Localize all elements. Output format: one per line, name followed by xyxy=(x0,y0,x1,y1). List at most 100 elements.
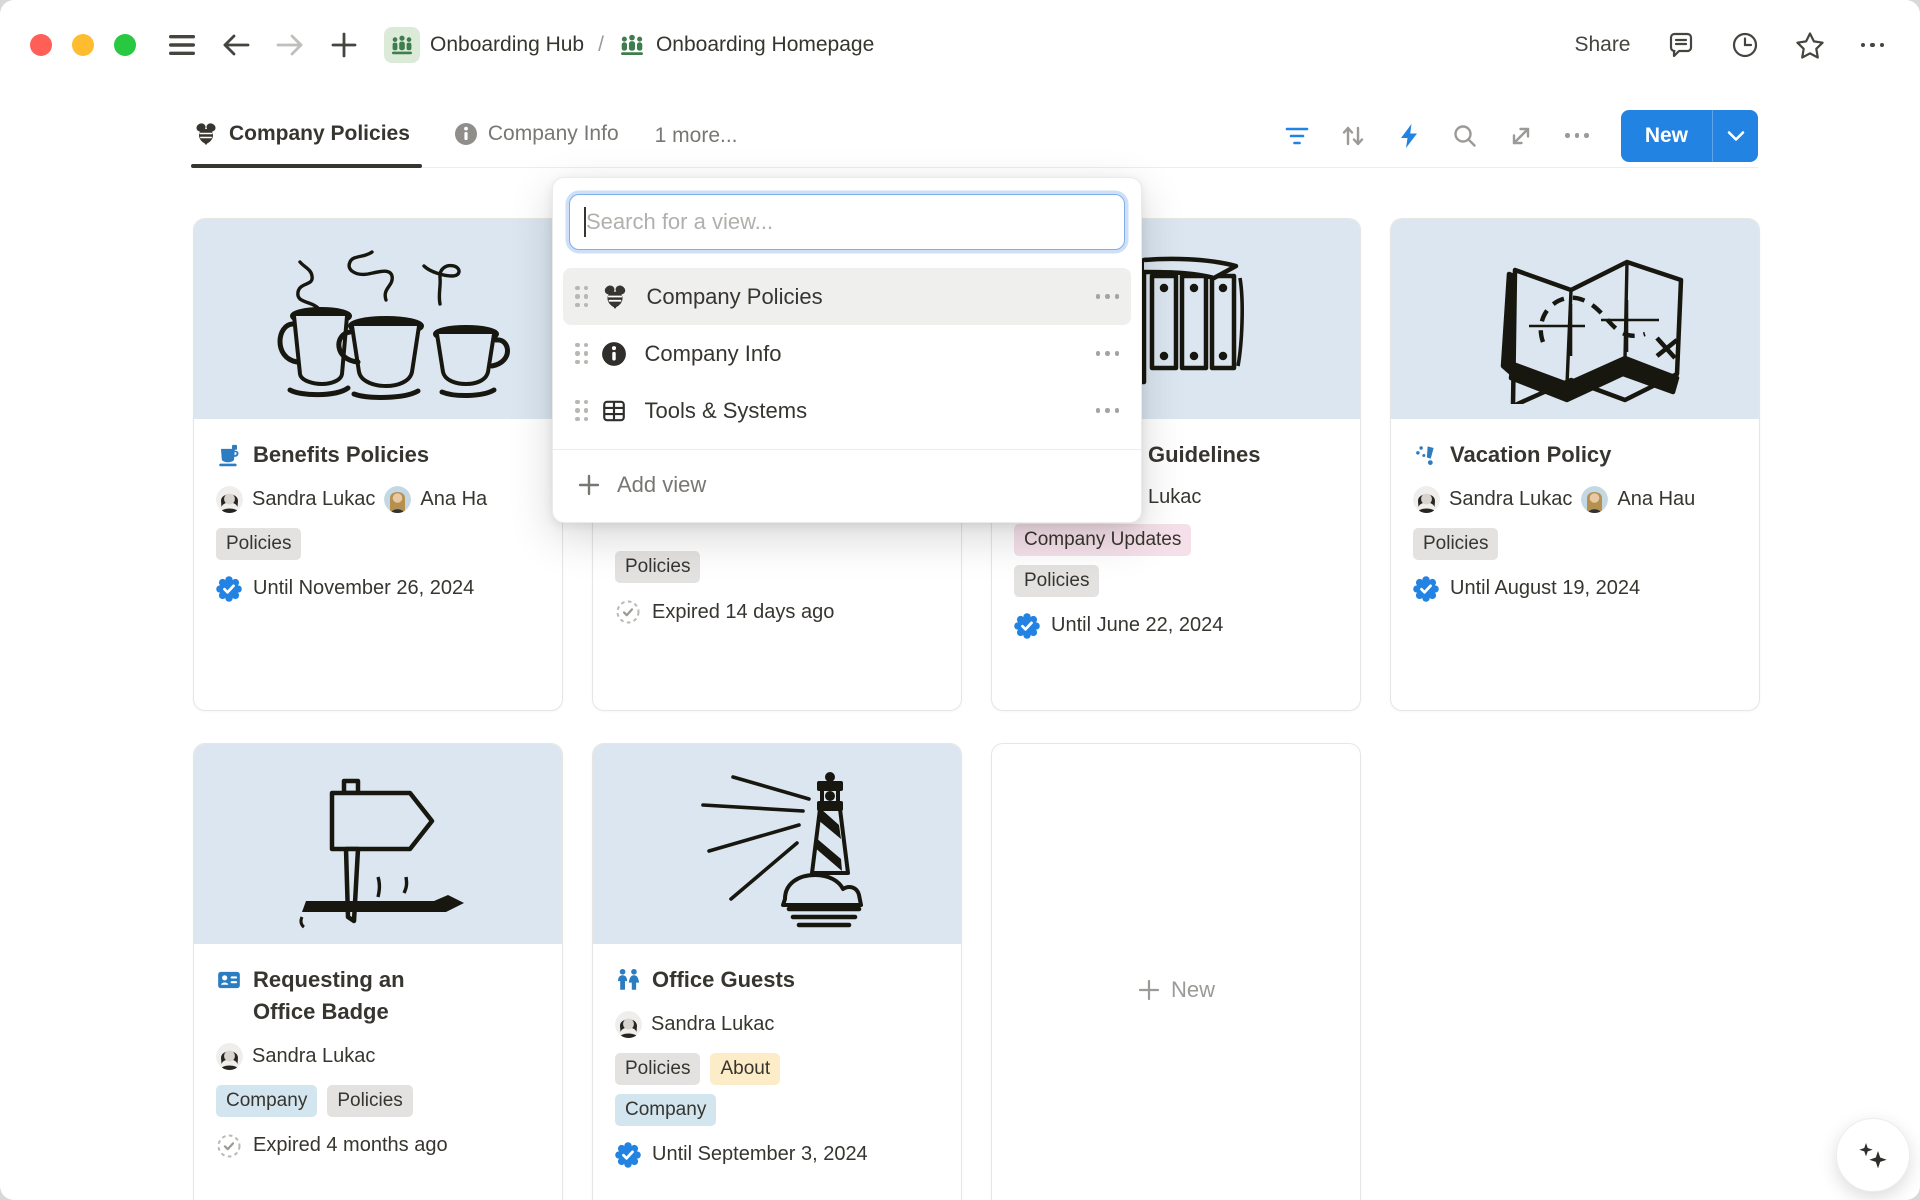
view-item-company-info[interactable]: Company Info xyxy=(563,325,1131,382)
id-badge-icon xyxy=(216,967,242,993)
verified-badge-icon xyxy=(1014,613,1040,639)
card-office-badge[interactable]: Requesting an Office Badge Sandra Lukac … xyxy=(193,743,563,1200)
lightning-icon[interactable] xyxy=(1387,114,1431,158)
filter-icon[interactable] xyxy=(1275,114,1319,158)
tag: Policies xyxy=(1014,565,1099,597)
breadcrumb-root[interactable]: Onboarding Hub xyxy=(384,27,584,63)
more-options-icon[interactable] xyxy=(1861,43,1885,48)
card-title-text: Benefits Policies xyxy=(253,439,429,471)
expired-check-icon xyxy=(216,1133,242,1159)
card-title-text: Vacation Policy xyxy=(1450,439,1611,471)
ai-assistant-button[interactable] xyxy=(1836,1118,1910,1192)
view-item-company-policies[interactable]: Company Policies xyxy=(563,268,1131,325)
tab-company-info[interactable]: Company Info xyxy=(454,104,619,167)
new-card-button[interactable]: New xyxy=(991,743,1361,1200)
card-body: Policies Expired 14 days ago xyxy=(593,551,961,645)
table-icon xyxy=(601,398,627,424)
view-item-label: Company Info xyxy=(645,341,782,367)
info-icon xyxy=(601,341,627,367)
expand-icon[interactable] xyxy=(1499,114,1543,158)
view-item-more-icon[interactable] xyxy=(1096,294,1120,299)
view-item-tools-systems[interactable]: Tools & Systems xyxy=(563,382,1131,439)
two-people-icon xyxy=(615,967,641,993)
card-authors: Sandra Lukac xyxy=(615,1011,939,1038)
back-icon[interactable] xyxy=(216,25,256,65)
view-toolbar: New xyxy=(1275,110,1758,162)
share-button[interactable]: Share xyxy=(1574,33,1630,57)
new-button-label[interactable]: New xyxy=(1621,110,1712,162)
more-icon[interactable] xyxy=(1555,114,1599,158)
search-icon[interactable] xyxy=(1443,114,1487,158)
drag-handle-icon[interactable] xyxy=(575,286,589,308)
zoom-window-button[interactable] xyxy=(114,34,136,56)
tag: Policies xyxy=(615,551,700,583)
card-benefits-policies[interactable]: Benefits Policies Sandra Lukac Ana Ha Po… xyxy=(193,218,563,711)
history-clock-icon[interactable] xyxy=(1731,31,1759,59)
status-text: Expired 14 days ago xyxy=(652,601,834,624)
view-item-more-icon[interactable] xyxy=(1096,351,1120,356)
breadcrumb-separator: / xyxy=(596,33,606,57)
sidebar-menu-icon[interactable] xyxy=(162,25,202,65)
card-title-text: Office Guests xyxy=(652,964,795,996)
author-name: Sandra Lukac xyxy=(651,1013,774,1036)
card-tags: Company Policies xyxy=(216,1085,540,1117)
tag: Company xyxy=(615,1094,716,1126)
close-window-button[interactable] xyxy=(30,34,52,56)
card-tags: Policies About Company xyxy=(615,1053,830,1126)
tag: Company xyxy=(216,1085,317,1117)
drag-handle-icon[interactable] xyxy=(575,400,589,422)
tag: Policies xyxy=(216,528,301,560)
card-office-guests[interactable]: Office Guests Sandra Lukac Policies Abou… xyxy=(592,743,962,1200)
coffee-cup-icon xyxy=(216,442,242,468)
card-status: Until September 3, 2024 xyxy=(615,1142,939,1168)
folded-map-illustration xyxy=(1391,219,1759,419)
card-status: Until August 19, 2024 xyxy=(1413,576,1737,602)
card-tags: Company Updates Policies xyxy=(1014,524,1229,597)
card-title: Office Guests xyxy=(615,964,939,996)
avatar xyxy=(1413,486,1440,513)
favorite-star-icon[interactable] xyxy=(1795,31,1825,59)
tag: About xyxy=(710,1053,780,1085)
view-search-input[interactable] xyxy=(569,194,1125,250)
card-title-text: Guidelines xyxy=(1148,439,1260,471)
verified-badge-icon xyxy=(615,1142,641,1168)
bee-icon xyxy=(193,122,219,146)
author-name: Sandra Lukac xyxy=(1449,488,1572,511)
card-title-text: Requesting an Office Badge xyxy=(253,964,448,1028)
status-text: Until November 26, 2024 xyxy=(253,577,474,600)
new-card-label: New xyxy=(1171,977,1215,1003)
text-cursor xyxy=(584,207,586,237)
info-icon xyxy=(454,122,478,146)
plus-icon xyxy=(577,473,601,497)
verified-badge-icon xyxy=(216,576,242,602)
view-item-more-icon[interactable] xyxy=(1096,408,1120,413)
tab-company-policies[interactable]: Company Policies xyxy=(193,104,410,167)
comments-icon[interactable] xyxy=(1667,31,1695,59)
add-view-button[interactable]: Add view xyxy=(553,454,1141,516)
card-authors: Sandra Lukac Ana Hau xyxy=(1413,486,1737,513)
author-name: Ana Hau xyxy=(1617,488,1695,511)
divider xyxy=(553,449,1141,450)
minimize-window-button[interactable] xyxy=(72,34,94,56)
sparkles-icon xyxy=(1853,1135,1893,1175)
avatar xyxy=(216,1043,243,1070)
plus-icon xyxy=(1137,978,1161,1002)
drag-handle-icon[interactable] xyxy=(575,343,589,365)
card-body: Benefits Policies Sandra Lukac Ana Ha Po… xyxy=(194,419,562,622)
breadcrumb: Onboarding Hub / Onboarding Homepage xyxy=(384,27,874,63)
card-status: Until June 22, 2024 xyxy=(1014,613,1338,639)
chevron-down-icon[interactable] xyxy=(1712,110,1758,162)
breadcrumb-page[interactable]: Onboarding Homepage xyxy=(618,33,874,57)
forward-icon[interactable] xyxy=(270,25,310,65)
new-page-plus-icon[interactable] xyxy=(324,25,364,65)
status-text: Until September 3, 2024 xyxy=(652,1143,868,1166)
tag: Company Updates xyxy=(1014,524,1191,556)
card-vacation-policy[interactable]: Vacation Policy Sandra Lukac Ana Hau Pol… xyxy=(1390,218,1760,711)
card-authors: Sandra Lukac Ana Ha xyxy=(216,486,540,513)
view-tabbar: Company Policies Company Info 1 more... xyxy=(193,104,1758,168)
new-button[interactable]: New xyxy=(1621,110,1758,162)
more-views-button[interactable]: 1 more... xyxy=(655,124,738,148)
card-status: Expired 4 months ago xyxy=(216,1133,540,1159)
view-item-label: Company Policies xyxy=(647,284,823,310)
sort-icon[interactable] xyxy=(1331,114,1375,158)
